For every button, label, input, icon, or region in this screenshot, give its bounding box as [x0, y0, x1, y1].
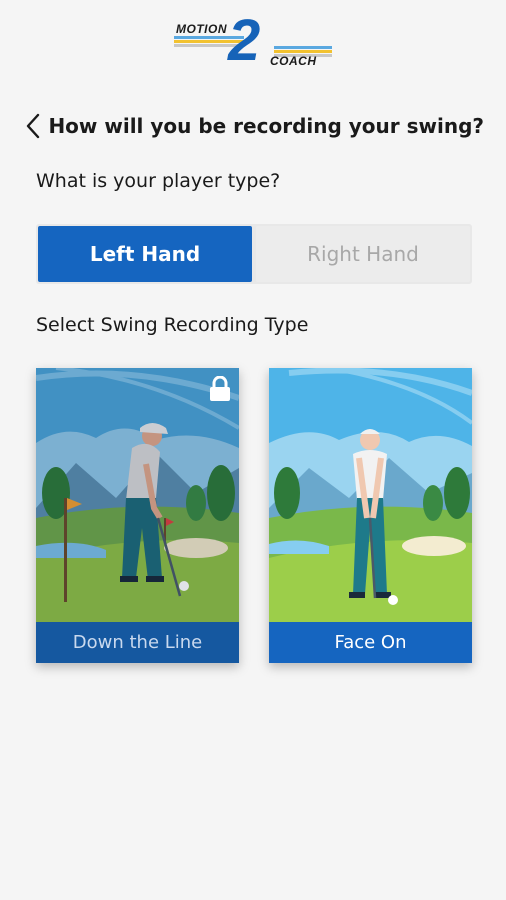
logo-word-top: MOTION [176, 22, 227, 36]
logo-word-bottom: COACH [270, 54, 317, 68]
player-type-toggle: Left Hand Right Hand [36, 224, 472, 284]
chevron-left-icon [26, 113, 40, 139]
card-label: Down the Line [36, 622, 239, 663]
recording-type-label: Select Swing Recording Type [36, 314, 309, 336]
right-hand-option[interactable]: Right Hand [256, 226, 470, 282]
page-title: How will you be recording your swing? [48, 114, 484, 138]
lock-icon [210, 376, 230, 401]
logo-numeral: 2 [228, 8, 261, 73]
player-type-question: What is your player type? [36, 170, 281, 192]
face-on-card[interactable]: Face On [269, 368, 472, 663]
locked-overlay [36, 368, 239, 622]
back-button[interactable] [24, 108, 44, 144]
left-hand-option[interactable]: Left Hand [38, 226, 252, 282]
golfer-front-view-illustration [269, 368, 472, 622]
app-logo: 2 MOTION COACH [174, 12, 334, 72]
page-header: How will you be recording your swing? [24, 108, 484, 144]
down-the-line-card[interactable]: Down the Line [36, 368, 239, 663]
card-label: Face On [269, 622, 472, 663]
